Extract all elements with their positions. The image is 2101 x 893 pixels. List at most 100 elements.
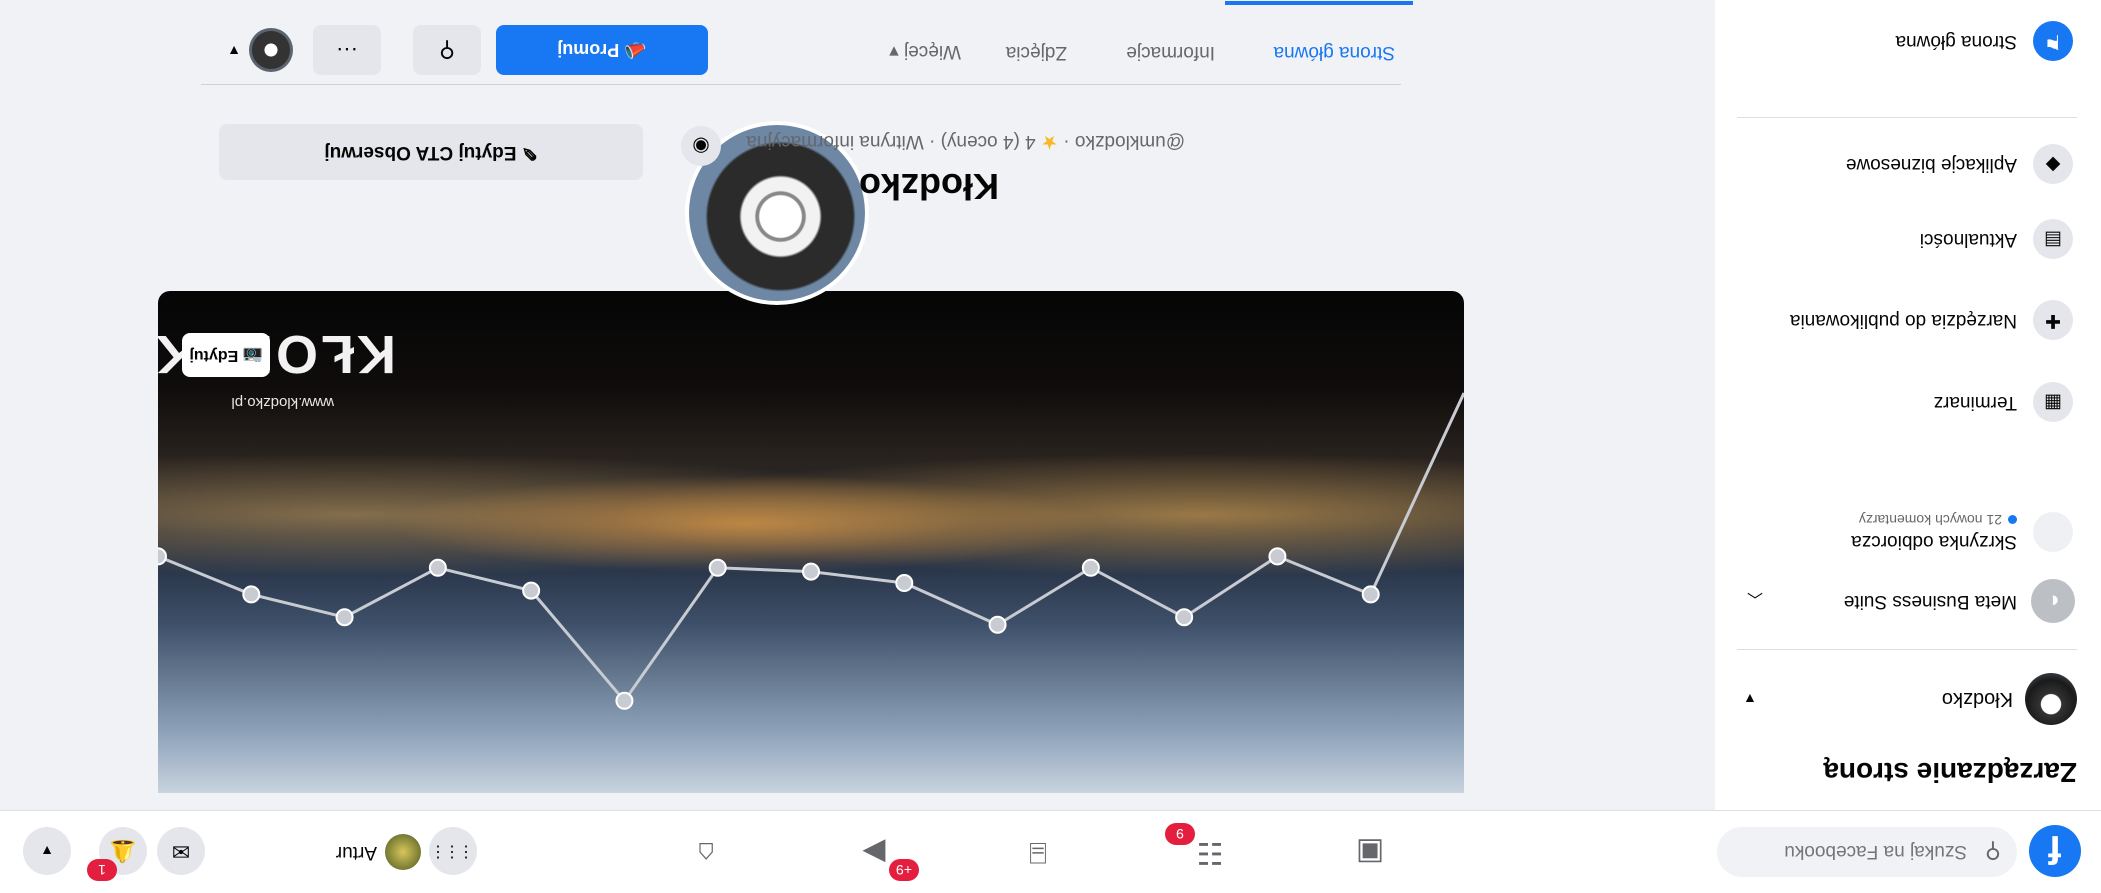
caret-down-icon: ▼ bbox=[1743, 691, 1757, 707]
facebook-logo[interactable]: f bbox=[2029, 825, 2081, 877]
overlay-point bbox=[988, 615, 1007, 634]
page-meta: @umklodzko · ★ 4 (4 oceny) · Witryna inf… bbox=[746, 130, 1185, 153]
overlay-point bbox=[158, 547, 167, 566]
overlay-point bbox=[708, 558, 727, 577]
overlay-point bbox=[335, 608, 354, 627]
edit-cta-button[interactable]: ✎ Edytuj CTA Obserwuj bbox=[219, 124, 643, 180]
tab-photos[interactable]: Zdjęcia bbox=[1006, 41, 1067, 63]
nav-home-tab[interactable]: ⌂ bbox=[651, 821, 761, 883]
groups-icon: ☷ bbox=[1196, 836, 1224, 869]
search-box[interactable]: ⚲ bbox=[1717, 825, 2017, 877]
nav-marketplace-tab[interactable]: ⌸ bbox=[983, 821, 1093, 883]
top-navigation: f ⚲ ⌂ ▶ +9 ⌸ ☷ 9 ▣ Artur ⋮⋮⋮ ✉ 🔔 1 ▼ bbox=[0, 810, 2101, 893]
sidebar-item-label: Aplikacje biznesowe bbox=[1845, 154, 2017, 175]
facebook-page-window: f ⚲ ⌂ ▶ +9 ⌸ ☷ 9 ▣ Artur ⋮⋮⋮ ✉ 🔔 1 ▼ Zar… bbox=[0, 0, 2101, 893]
sidebar-item-news[interactable]: ▤ Aktualności bbox=[1727, 211, 2087, 267]
messenger-icon: ✉ bbox=[171, 839, 191, 864]
overlay-point bbox=[1268, 547, 1287, 566]
publishing-tools-icon: ✚ bbox=[2033, 300, 2073, 340]
camera-icon[interactable]: ◉ bbox=[681, 126, 721, 166]
nav-groups-tab[interactable]: ☷ 9 bbox=[1155, 821, 1265, 883]
tab-home[interactable]: Strona główna bbox=[1274, 41, 1395, 63]
sidebar-item-publishing-tools[interactable]: ✚ Narzędzia do publikowania bbox=[1727, 292, 2087, 348]
user-avatar bbox=[385, 834, 421, 870]
inbox-icon bbox=[2033, 512, 2073, 552]
overlay-point bbox=[1175, 608, 1194, 627]
user-name: Artur bbox=[335, 842, 377, 863]
unread-dot bbox=[2008, 515, 2017, 524]
news-icon: ▤ bbox=[2033, 219, 2073, 259]
account-button[interactable]: ▼ bbox=[23, 827, 71, 875]
notifications-button[interactable]: 🔔 1 bbox=[87, 827, 147, 881]
messenger-button[interactable]: ✉ bbox=[157, 827, 205, 875]
cover-url: www.klodzko.pl bbox=[231, 394, 334, 411]
sidebar-item-label: Terminarz bbox=[1933, 392, 2017, 413]
more-icon: ··· bbox=[336, 38, 358, 63]
search-input[interactable] bbox=[1725, 825, 1969, 877]
marketplace-icon: ⌸ bbox=[1029, 836, 1047, 869]
divider bbox=[201, 84, 1401, 85]
video-badge: +9 bbox=[889, 859, 919, 881]
promote-label: Promuj bbox=[557, 40, 620, 60]
flag-icon: ⚑ bbox=[2033, 21, 2073, 61]
notifications-badge: 1 bbox=[87, 859, 117, 881]
home-icon: ⌂ bbox=[696, 836, 716, 869]
edit-cta-label: Edytuj CTA Obserwuj bbox=[324, 142, 517, 163]
business-suite-icon: ◐ bbox=[2031, 579, 2075, 623]
page-switcher[interactable]: Kłodzko ▼ bbox=[1727, 666, 2087, 732]
edit-cover-label: Edytuj bbox=[189, 347, 239, 364]
meta-business-suite-item[interactable]: ◐ Meta Business Suite ︿ bbox=[1727, 570, 2087, 632]
star-icon: ★ bbox=[1040, 131, 1058, 152]
calendar-icon: ▦ bbox=[2033, 382, 2073, 422]
sidebar-title: Zarządzanie stroną bbox=[1823, 757, 2077, 788]
page-title: Kłodzko bbox=[859, 166, 999, 207]
overlay-point bbox=[1361, 585, 1380, 604]
gaming-icon: ▣ bbox=[1355, 836, 1385, 869]
bell-icon: 🔔 bbox=[109, 839, 137, 864]
chevron-up-icon: ︿ bbox=[1747, 590, 1764, 607]
search-icon: ⚲ bbox=[1984, 839, 2001, 864]
sidebar-item-label: Aktualności bbox=[1919, 229, 2017, 250]
grid-menu-icon: ⋮⋮⋮ bbox=[432, 843, 474, 860]
business-suite-label: Meta Business Suite bbox=[1843, 591, 2017, 612]
search-icon: ⚲ bbox=[438, 38, 456, 63]
page-avatar[interactable] bbox=[249, 28, 293, 72]
overlay-point bbox=[1081, 558, 1100, 577]
page-switcher-name: Kłodzko bbox=[1941, 688, 2013, 711]
caret-down-icon: ▼ bbox=[40, 843, 54, 859]
nav-gaming-tab[interactable]: ▣ bbox=[1315, 821, 1425, 883]
promote-button[interactable]: 📣 Promuj bbox=[496, 25, 708, 75]
sidebar-item-home[interactable]: ⚑ Strona główna bbox=[1727, 12, 2087, 70]
page-management-sidebar: Zarządzanie stroną Kłodzko ▼ ◐ Meta Busi… bbox=[1715, 0, 2101, 810]
sidebar-item-terminarz[interactable]: ▦ Terminarz bbox=[1727, 374, 2087, 430]
active-tab-indicator bbox=[1225, 1, 1413, 5]
menu-button[interactable]: ⋮⋮⋮ bbox=[429, 827, 477, 875]
page-avatar bbox=[2025, 673, 2077, 725]
page-handle: @umklodzko · bbox=[1058, 131, 1185, 152]
edit-cover-button[interactable]: 📷 Edytuj bbox=[182, 333, 270, 377]
user-profile-chip[interactable]: Artur bbox=[336, 829, 421, 875]
tab-more[interactable]: Więcej ▾ bbox=[889, 40, 961, 63]
divider bbox=[1737, 117, 2077, 118]
sidebar-item-label: Strona główna bbox=[1895, 31, 2017, 52]
overlay-line bbox=[158, 392, 1464, 704]
sidebar-item-label: Narzędzia do publikowania bbox=[1789, 310, 2017, 331]
cover-photo: www.klodzko.pl KŁODZKO 📷 Edytuj bbox=[158, 291, 1464, 793]
page-more-button[interactable]: ··· bbox=[313, 25, 381, 75]
sidebar-item-inbox[interactable]: Skrzynka odbiorcza 21 nowych komentarzy bbox=[1727, 504, 2087, 560]
overlay-point bbox=[428, 558, 447, 577]
overlay-point bbox=[522, 581, 541, 600]
video-icon: ▶ bbox=[862, 836, 886, 869]
overlay-point bbox=[242, 585, 261, 604]
inbox-sub: 21 nowych komentarzy bbox=[1858, 512, 2002, 528]
page-search-button[interactable]: ⚲ bbox=[413, 25, 481, 75]
page-rating: 4 (4 oceny) · Witryna informacyjna bbox=[746, 131, 1036, 152]
overlay-point bbox=[895, 574, 914, 592]
overlay-point bbox=[615, 691, 634, 710]
sidebar-item-business-apps[interactable]: ◆ Aplikacje biznesowe bbox=[1727, 136, 2087, 192]
business-apps-icon: ◆ bbox=[2033, 144, 2073, 184]
tab-info[interactable]: Informacje bbox=[1126, 41, 1215, 63]
nav-video-tab[interactable]: ▶ +9 bbox=[819, 821, 929, 883]
caret-down-icon[interactable]: ▼ bbox=[227, 43, 241, 59]
divider bbox=[1737, 649, 2077, 650]
